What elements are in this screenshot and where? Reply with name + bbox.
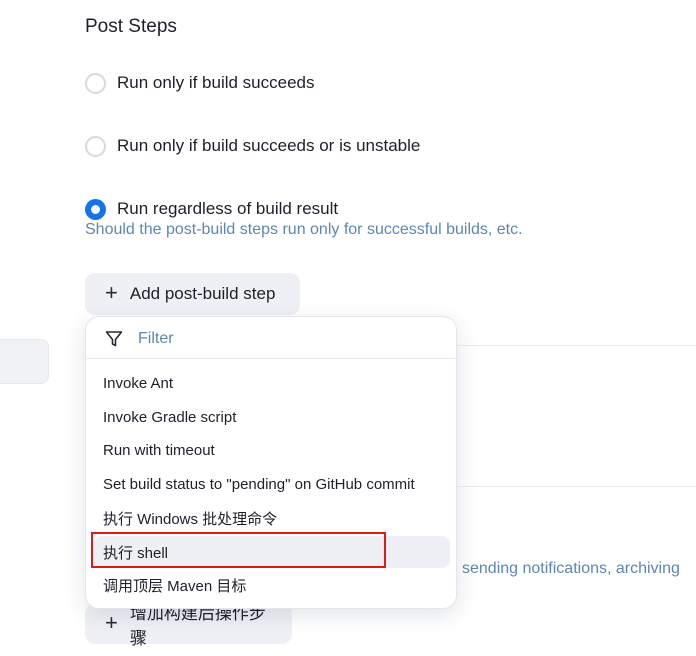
- radio-label: Run regardless of build result: [117, 199, 339, 218]
- section-divider: [455, 486, 696, 487]
- plus-icon: +: [105, 610, 118, 635]
- menu-item-run-with-timeout[interactable]: Run with timeout: [94, 434, 450, 466]
- post-steps-help-text: Should the post-build steps run only for…: [85, 221, 523, 238]
- radio-label: Run only if build succeeds: [117, 73, 315, 92]
- plus-icon: +: [105, 280, 118, 305]
- sidebar-stub: [0, 339, 49, 384]
- radio-label: Run only if build succeeds or is unstabl…: [117, 136, 421, 155]
- button-label: Add post-build step: [129, 284, 276, 303]
- radio-button-checked[interactable]: [85, 198, 106, 220]
- filter-input[interactable]: [136, 326, 440, 352]
- post-steps-heading: Post Steps: [85, 16, 177, 37]
- radio-run-if-success-or-unstable[interactable]: Run only if build succeeds or is unstabl…: [85, 133, 420, 159]
- radio-button-unchecked[interactable]: [85, 72, 106, 94]
- post-build-step-dropdown: Invoke Ant Invoke Gradle script Run with…: [85, 316, 457, 609]
- menu-item-set-github-status[interactable]: Set build status to "pending" on GitHub …: [94, 468, 450, 500]
- radio-run-if-success[interactable]: Run only if build succeeds: [85, 70, 315, 96]
- post-steps-config-page: Post Steps Run only if build succeeds Ru…: [0, 0, 696, 656]
- radio-button-unchecked[interactable]: [85, 135, 106, 157]
- menu-item-invoke-gradle[interactable]: Invoke Gradle script: [94, 401, 450, 433]
- menu-item-windows-batch[interactable]: 执行 Windows 批处理命令: [94, 502, 450, 534]
- post-build-actions-help-text: sending notifications, archiving: [462, 560, 680, 577]
- menu-item-execute-shell[interactable]: 执行 shell: [94, 536, 450, 568]
- radio-run-regardless[interactable]: Run regardless of build result: [85, 196, 338, 222]
- add-post-build-step-button[interactable]: + Add post-build step: [85, 273, 300, 315]
- filter-icon: [105, 331, 123, 347]
- filter-row: [86, 317, 456, 359]
- section-divider: [455, 345, 696, 346]
- menu-item-invoke-ant[interactable]: Invoke Ant: [94, 367, 450, 399]
- add-post-build-action-button[interactable]: + 增加构建后操作步骤: [85, 604, 292, 648]
- menu-item-maven-target[interactable]: 调用顶层 Maven 目标: [94, 569, 450, 601]
